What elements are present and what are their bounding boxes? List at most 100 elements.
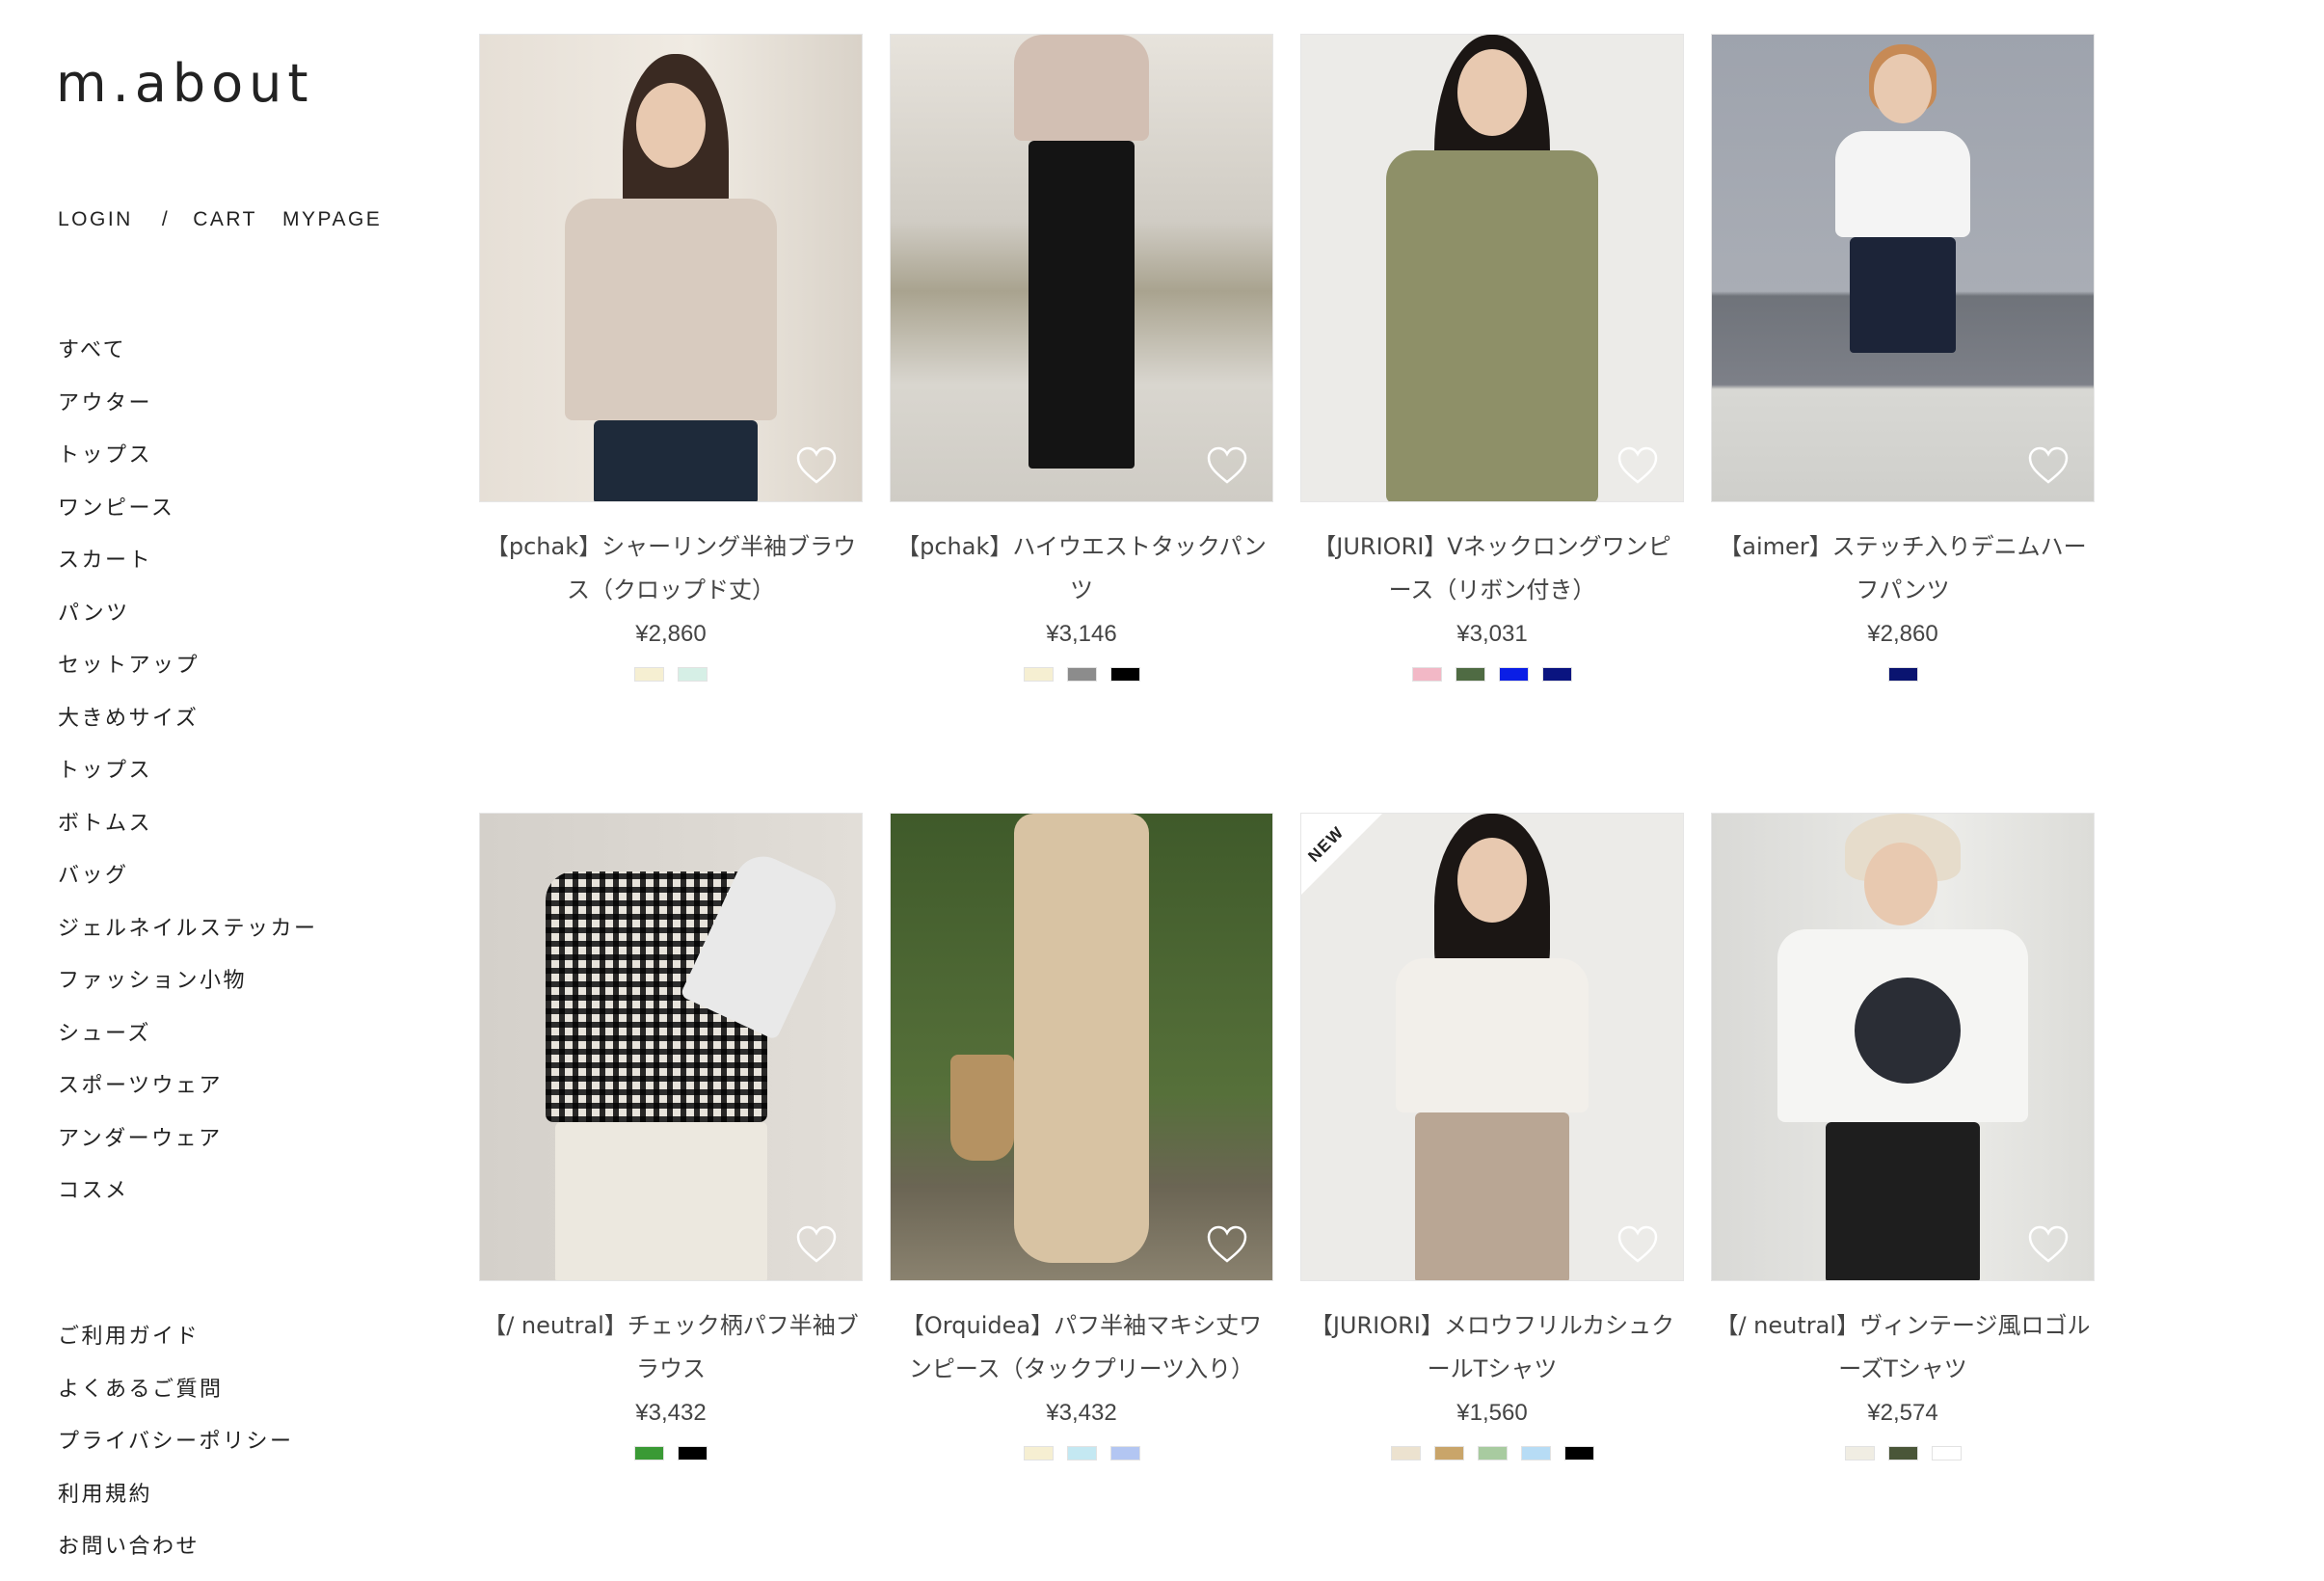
product-card[interactable]: 【/ neutral】チェック柄パフ半袖ブラウス ¥3,432 xyxy=(479,813,863,1460)
faq-link[interactable]: よくあるご質問 xyxy=(58,1371,294,1424)
category-link-shoes[interactable]: シューズ xyxy=(58,1015,318,1068)
color-swatch[interactable] xyxy=(1109,1446,1140,1460)
color-swatch[interactable] xyxy=(634,667,664,682)
product-name[interactable]: 【JURIORI】メロウフリルカシュクールTシャツ xyxy=(1304,1304,1680,1391)
category-link-gel-nail[interactable]: ジェルネイルステッカー xyxy=(58,910,318,963)
product-price: ¥2,860 xyxy=(635,621,707,647)
favorite-button[interactable] xyxy=(1616,445,1660,486)
category-link-bottoms[interactable]: ボトムス xyxy=(58,805,318,858)
color-swatch[interactable] xyxy=(1477,1446,1508,1460)
category-link-accessories[interactable]: ファッション小物 xyxy=(58,962,318,1015)
color-swatch[interactable] xyxy=(678,667,708,682)
favorite-button[interactable] xyxy=(794,445,839,486)
favorite-button[interactable] xyxy=(2026,1224,2070,1265)
privacy-link[interactable]: プライバシーポリシー xyxy=(58,1423,294,1476)
color-swatch[interactable] xyxy=(1542,667,1572,682)
cart-link[interactable]: CART xyxy=(193,208,257,231)
product-card[interactable]: 【pchak】シャーリング半袖ブラウス（クロップド丈） ¥2,860 xyxy=(479,34,863,682)
product-image[interactable] xyxy=(1711,34,2095,502)
product-image[interactable] xyxy=(890,34,1273,502)
product-image[interactable] xyxy=(479,34,863,502)
heart-outline-icon xyxy=(2028,1225,2069,1263)
category-link-tops-2[interactable]: トップス xyxy=(58,752,318,805)
product-card[interactable]: 【aimer】ステッチ入りデニムハーフパンツ ¥2,860 xyxy=(1711,34,2095,682)
color-swatch[interactable] xyxy=(1844,1446,1875,1460)
info-nav: ご利用ガイド よくあるご質問 プライバシーポリシー 利用規約 お問い合わせ xyxy=(58,1318,294,1581)
favorite-button[interactable] xyxy=(1205,1224,1249,1265)
product-image[interactable] xyxy=(1300,34,1684,502)
product-price: ¥2,860 xyxy=(1867,621,1938,647)
product-name[interactable]: 【Orquidea】パフ半袖マキシ丈ワンピース（タックプリーツ入り） xyxy=(894,1304,1269,1391)
mypage-link[interactable]: MYPAGE xyxy=(282,208,382,231)
color-swatch[interactable] xyxy=(1023,667,1054,682)
model-pants xyxy=(1028,141,1135,469)
heart-outline-icon xyxy=(796,446,837,484)
model-tshirt xyxy=(1396,958,1589,1112)
color-swatch[interactable] xyxy=(1412,667,1442,682)
site-logo[interactable]: m.about xyxy=(56,50,314,118)
color-swatch[interactable] xyxy=(1390,1446,1421,1460)
color-swatch[interactable] xyxy=(1887,667,1918,682)
category-nav: すべて アウター トップス ワンピース スカート パンツ セットアップ 大きめサ… xyxy=(58,332,318,1225)
product-image[interactable] xyxy=(1711,813,2095,1281)
product-name[interactable]: 【pchak】ハイウエストタックパンツ xyxy=(894,525,1269,612)
product-name[interactable]: 【aimer】ステッチ入りデニムハーフパンツ xyxy=(1715,525,2091,612)
product-name[interactable]: 【/ neutral】チェック柄パフ半袖ブラウス xyxy=(483,1304,859,1391)
favorite-button[interactable] xyxy=(794,1224,839,1265)
product-image[interactable]: NEW xyxy=(1300,813,1684,1281)
color-swatch[interactable] xyxy=(1023,1446,1054,1460)
category-link-all[interactable]: すべて xyxy=(58,332,318,385)
favorite-button[interactable] xyxy=(1205,445,1249,486)
terms-link[interactable]: 利用規約 xyxy=(58,1476,294,1529)
product-price: ¥1,560 xyxy=(1456,1400,1528,1426)
category-link-outer[interactable]: アウター xyxy=(58,385,318,438)
category-link-bag[interactable]: バッグ xyxy=(58,857,318,910)
category-link-pants[interactable]: パンツ xyxy=(58,595,318,648)
color-swatch[interactable] xyxy=(678,1446,708,1460)
product-card[interactable]: 【/ neutral】ヴィンテージ風ロゴルーズTシャツ ¥2,574 xyxy=(1711,813,2095,1460)
color-swatches xyxy=(1300,1446,1684,1460)
login-link[interactable]: LOGIN xyxy=(58,208,133,231)
category-link-skirt[interactable]: スカート xyxy=(58,542,318,595)
color-swatch[interactable] xyxy=(1433,1446,1464,1460)
category-link-setup[interactable]: セットアップ xyxy=(58,647,318,700)
category-link-underwear[interactable]: アンダーウェア xyxy=(58,1120,318,1173)
favorite-button[interactable] xyxy=(1616,1224,1660,1265)
category-link-large-size[interactable]: 大きめサイズ xyxy=(58,700,318,753)
category-link-tops[interactable]: トップス xyxy=(58,437,318,490)
color-swatch[interactable] xyxy=(634,1446,664,1460)
category-link-cosme[interactable]: コスメ xyxy=(58,1172,318,1225)
favorite-button[interactable] xyxy=(2026,445,2070,486)
product-image[interactable] xyxy=(890,813,1273,1281)
color-swatch[interactable] xyxy=(1520,1446,1551,1460)
model-face xyxy=(1457,49,1527,136)
color-swatch[interactable] xyxy=(1887,1446,1918,1460)
product-card[interactable]: 【Orquidea】パフ半袖マキシ丈ワンピース（タックプリーツ入り） ¥3,43… xyxy=(890,813,1273,1460)
product-price: ¥3,146 xyxy=(1046,621,1117,647)
product-image[interactable] xyxy=(479,813,863,1281)
color-swatch[interactable] xyxy=(1066,667,1097,682)
logo-print xyxy=(1855,978,1961,1084)
model-face xyxy=(1864,843,1937,925)
product-card[interactable]: NEW 【JURIORI】メロウフリルカシュクールTシャツ ¥1,560 xyxy=(1300,813,1684,1460)
color-swatch[interactable] xyxy=(1563,1446,1594,1460)
contact-link[interactable]: お問い合わせ xyxy=(58,1528,294,1581)
heart-outline-icon xyxy=(1617,446,1658,484)
product-name[interactable]: 【pchak】シャーリング半袖ブラウス（クロップド丈） xyxy=(483,525,859,612)
color-swatch[interactable] xyxy=(1456,667,1485,682)
product-name[interactable]: 【JURIORI】Vネックロングワンピース（リボン付き） xyxy=(1304,525,1680,612)
color-swatch[interactable] xyxy=(1066,1446,1097,1460)
product-name[interactable]: 【/ neutral】ヴィンテージ風ロゴルーズTシャツ xyxy=(1715,1304,2091,1391)
model-pants xyxy=(1415,1112,1569,1280)
color-swatch[interactable] xyxy=(1931,1446,1962,1460)
model-figure xyxy=(1758,814,2047,1280)
category-link-sportswear[interactable]: スポーツウェア xyxy=(58,1067,318,1120)
color-swatch[interactable] xyxy=(1499,667,1529,682)
model-blouse xyxy=(565,199,777,420)
category-link-onepiece[interactable]: ワンピース xyxy=(58,490,318,543)
color-swatch[interactable] xyxy=(1109,667,1140,682)
product-card[interactable]: 【pchak】ハイウエストタックパンツ ¥3,146 xyxy=(890,34,1273,682)
product-card[interactable]: 【JURIORI】Vネックロングワンピース（リボン付き） ¥3,031 xyxy=(1300,34,1684,682)
model-figure xyxy=(517,54,825,501)
guide-link[interactable]: ご利用ガイド xyxy=(58,1318,294,1371)
